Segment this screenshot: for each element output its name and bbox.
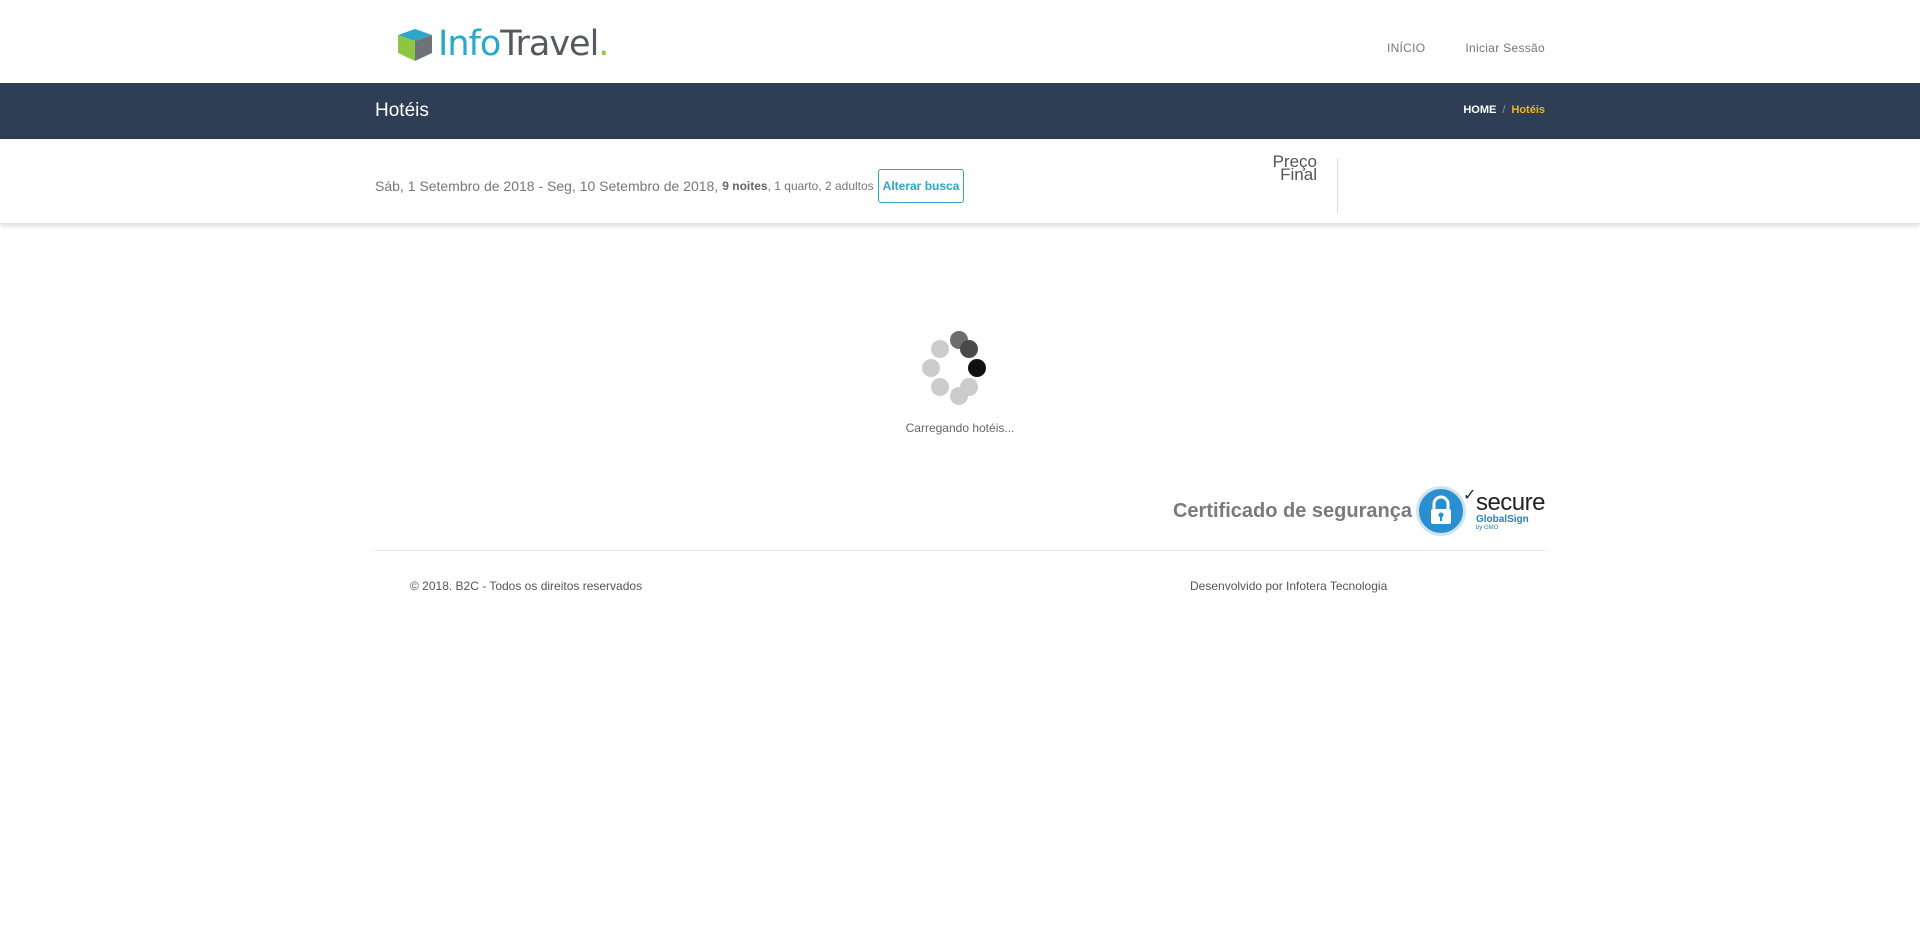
security-seal[interactable]: Certificado de segurança ✓ secure Global… <box>1172 486 1546 536</box>
alter-search-button[interactable]: Alterar busca <box>877 169 965 203</box>
security-certificate-label: Certificado de segurança <box>1172 499 1412 522</box>
search-summary: Sáb, 1 Setembro de 2018 - Seg, 10 Setemb… <box>375 169 965 203</box>
breadcrumb-current: Hotéis <box>1511 104 1545 116</box>
page-title-bar: Hotéis HOME / Hotéis <box>0 83 1920 139</box>
nav-inicio-link[interactable]: INÍCIO <box>1387 41 1425 55</box>
price-label-line2: Final <box>1280 165 1317 184</box>
logo-part-travel: Travel <box>500 24 599 64</box>
spinner-dot <box>968 359 986 377</box>
infotravel-logo[interactable]: InfoTravel. <box>396 24 609 64</box>
developer-credit[interactable]: Desenvolvido por Infotera Tecnologia <box>1190 579 1387 593</box>
globalsign-badge: secure GlobalSign by GMO <box>1475 489 1546 532</box>
search-summary-bar: Sáb, 1 Setembro de 2018 - Seg, 10 Setemb… <box>0 139 1920 223</box>
footer-divider <box>375 550 1545 551</box>
spinner-dot <box>950 387 968 405</box>
checkmark-icon: ✓ <box>1462 487 1477 504</box>
page-title: Hotéis <box>375 100 429 121</box>
loading-message: Carregando hotéis... <box>905 421 1015 435</box>
seal-brand-text: GlobalSign <box>1475 514 1529 525</box>
spinner-dot <box>931 378 949 396</box>
breadcrumb-separator: / <box>1502 104 1506 116</box>
search-dates: Sáb, 1 Setembro de 2018 - Seg, 10 Setemb… <box>375 178 719 194</box>
breadcrumb-home-link[interactable]: HOME <box>1463 104 1496 116</box>
search-nights: 9 noites <box>722 179 768 193</box>
site-header: InfoTravel. INÍCIO Iniciar Sessão <box>0 0 1920 83</box>
divider <box>1337 158 1338 213</box>
breadcrumb: HOME / Hotéis <box>1463 104 1545 116</box>
spinner-dot <box>960 340 978 358</box>
logo-dot: . <box>598 24 609 64</box>
logo-wordmark: InfoTravel. <box>438 24 609 64</box>
spinner-dot <box>931 340 949 358</box>
top-navigation: INÍCIO Iniciar Sessão <box>1387 41 1545 55</box>
nav-login-link[interactable]: Iniciar Sessão <box>1465 41 1545 55</box>
seal-gmo-text: by GMO <box>1475 525 1499 531</box>
final-price-sort[interactable]: Preço Final <box>1260 153 1317 184</box>
copyright-text: © 2018. B2C - Todos os direitos reservad… <box>410 579 643 593</box>
spinner-dot <box>922 359 940 377</box>
search-rooms-guests: , 1 quarto, 2 adultos <box>767 179 874 193</box>
lock-icon: ✓ <box>1415 486 1476 536</box>
logo-part-info: Info <box>438 24 501 64</box>
seal-secure-text: secure <box>1475 489 1546 516</box>
loading-spinner-icon <box>918 328 986 406</box>
cube-logo-icon <box>396 25 434 63</box>
